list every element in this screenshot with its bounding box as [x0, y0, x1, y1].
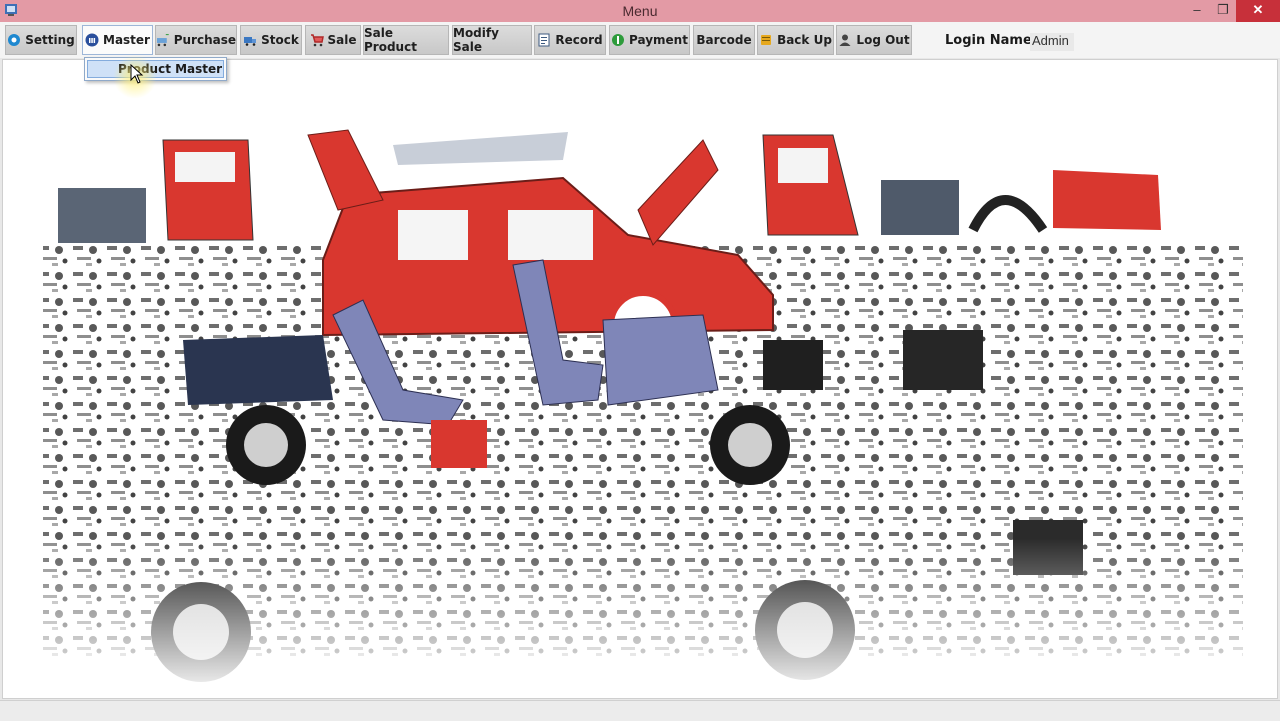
menu-item-product-master[interactable]: Product Master [87, 60, 224, 78]
document-icon [538, 33, 550, 47]
menu-log-out[interactable]: Log Out [836, 25, 912, 55]
gear-icon [8, 34, 21, 46]
menu-sale-product-label: Sale Product [364, 26, 417, 54]
menu-modify-sale-label: Modify Sale [453, 26, 499, 54]
user-icon [839, 34, 851, 46]
status-bar [0, 700, 1280, 721]
menu-modify-sale[interactable]: Modify Sale [452, 25, 532, 55]
money-icon [612, 34, 625, 46]
menu-stock[interactable]: Stock [240, 25, 302, 55]
minimize-icon: – [1193, 2, 1201, 17]
menu-barcode[interactable]: Barcode [693, 25, 755, 55]
menu-barcode-label: Barcode [696, 33, 752, 47]
cart-icon [310, 34, 324, 47]
menu-sale-label: Sale [327, 33, 357, 47]
menu-stock-label: Stock [261, 33, 299, 47]
window-title: Menu [622, 3, 658, 19]
menu-purchase-label: Purchase [173, 33, 236, 47]
truck-icon [244, 37, 257, 46]
menu-sale[interactable]: Sale [305, 25, 361, 55]
menu-master[interactable]: Master [82, 25, 153, 55]
cart-add-icon [156, 34, 169, 47]
main-content [2, 59, 1278, 699]
menu-sale-product[interactable]: Sale Product [363, 25, 449, 55]
mouse-cursor-icon [130, 64, 144, 84]
menu-payment-label: Payment [629, 33, 688, 47]
login-name-value: Admin [1030, 33, 1074, 51]
menu-record-label: Record [555, 33, 603, 47]
menu-master-label: Master [103, 33, 150, 47]
login-name-label: Login Name [945, 33, 1032, 48]
title-bar: Menu – ❐ ✕ [0, 0, 1280, 23]
restore-button[interactable]: ❐ [1210, 0, 1236, 22]
menu-record[interactable]: Record [534, 25, 606, 55]
menu-log-out-label: Log Out [856, 33, 910, 47]
menu-bar: Setting Master Purchase Stock Sale Sale … [0, 22, 1280, 58]
bank-icon [85, 33, 99, 47]
close-button[interactable]: ✕ [1236, 0, 1280, 22]
master-dropdown: Product Master [84, 57, 227, 81]
menu-back-up-label: Back Up [777, 33, 832, 47]
menu-setting-label: Setting [25, 33, 75, 47]
menu-back-up[interactable]: Back Up [757, 25, 834, 55]
close-icon: ✕ [1252, 2, 1264, 17]
database-icon [761, 35, 772, 45]
menu-payment[interactable]: Payment [609, 25, 690, 55]
menu-setting[interactable]: Setting [5, 25, 77, 55]
minimize-button[interactable]: – [1184, 0, 1210, 22]
car-parts-image [3, 60, 1277, 698]
restore-icon: ❐ [1217, 2, 1229, 17]
menu-purchase[interactable]: Purchase [155, 25, 237, 55]
